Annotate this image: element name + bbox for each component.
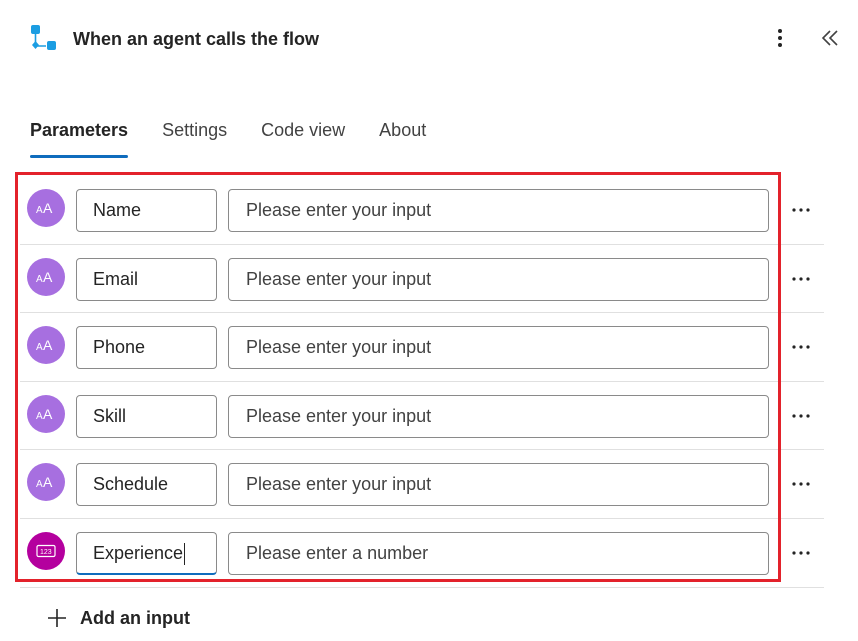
tab-parameters[interactable]: Parameters (30, 110, 129, 158)
parameter-name-field[interactable]: Skill (76, 394, 217, 438)
more-horizontal-icon (792, 551, 810, 555)
row-more-button[interactable] (788, 265, 814, 293)
page-title: When an agent calls the flow (73, 29, 320, 49)
parameter-row: AA Skill Please enter your input (20, 382, 824, 451)
flow-trigger-icon (28, 24, 60, 56)
parameter-value-field[interactable]: Please enter your input (228, 189, 769, 232)
collapse-panel-button[interactable] (816, 24, 844, 52)
parameter-value-field[interactable]: Please enter your input (228, 463, 769, 507)
plus-icon (46, 607, 68, 629)
parameter-row: AA Phone Please enter your input (20, 313, 824, 382)
row-more-button[interactable] (788, 539, 814, 567)
add-input-button[interactable]: Add an input (46, 607, 190, 629)
svg-text:A: A (36, 205, 43, 216)
svg-text:A: A (36, 411, 43, 422)
svg-text:A: A (43, 406, 53, 422)
text-type-icon: AA (27, 326, 65, 365)
tab-list: Parameters Settings Code view About (30, 110, 460, 160)
svg-text:A: A (43, 337, 53, 353)
svg-text:A: A (43, 200, 53, 216)
svg-text:123: 123 (40, 549, 52, 556)
svg-text:A: A (43, 474, 53, 490)
row-more-button[interactable] (788, 196, 814, 224)
more-options-button[interactable] (766, 24, 794, 52)
tab-about[interactable]: About (379, 110, 426, 158)
more-horizontal-icon (792, 276, 810, 281)
parameter-value-field[interactable]: Please enter your input (228, 257, 769, 301)
more-horizontal-icon (792, 208, 810, 212)
parameter-value-field[interactable]: Please enter a number (228, 531, 769, 575)
parameter-name-field[interactable]: Schedule (76, 463, 217, 507)
parameter-value-field[interactable]: Please enter your input (228, 326, 769, 370)
parameter-name-field[interactable]: Experience (76, 531, 217, 575)
text-type-icon: AA (27, 394, 65, 433)
svg-text:A: A (36, 479, 43, 490)
svg-text:A: A (36, 342, 43, 353)
row-more-button[interactable] (788, 402, 814, 430)
tab-code-view[interactable]: Code view (261, 110, 345, 158)
parameter-value-field[interactable]: Please enter your input (228, 394, 769, 438)
parameter-row: AA Name Please enter your input (20, 176, 824, 245)
more-horizontal-icon (792, 345, 810, 349)
tab-settings[interactable]: Settings (162, 110, 227, 158)
more-vertical-icon (778, 29, 782, 47)
parameter-row: AA Schedule Please enter your input (20, 450, 824, 519)
svg-text:A: A (43, 269, 53, 285)
panel-header: When an agent calls the flow (0, 0, 858, 80)
more-horizontal-icon (792, 482, 810, 486)
parameter-row: 123 Experience Please enter a number (20, 519, 824, 588)
parameter-name-field[interactable]: Email (76, 257, 217, 301)
double-chevron-left-icon (821, 30, 838, 46)
svg-text:A: A (36, 274, 43, 285)
text-type-icon: AA (27, 257, 65, 296)
number-type-icon: 123 (27, 531, 65, 570)
parameter-row: AA Email Please enter your input (20, 245, 824, 314)
parameter-name-field[interactable]: Phone (76, 326, 217, 370)
parameter-name-field[interactable]: Name (76, 189, 217, 232)
row-more-button[interactable] (788, 333, 814, 361)
text-type-icon: AA (27, 463, 65, 502)
text-type-icon: AA (27, 189, 65, 227)
add-input-label: Add an input (80, 607, 190, 628)
row-more-button[interactable] (788, 470, 814, 498)
text-caret (184, 543, 186, 566)
parameter-list: AA Name Please enter your input AA Email… (20, 176, 824, 588)
more-horizontal-icon (792, 414, 810, 418)
